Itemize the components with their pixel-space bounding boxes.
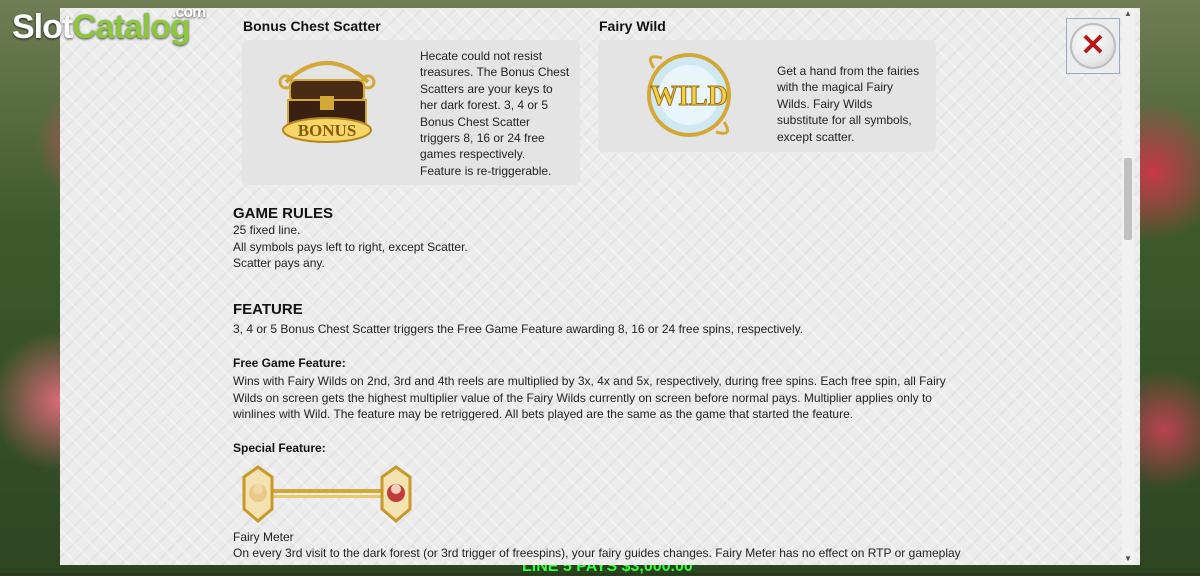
vertical-scrollbar[interactable]: ▲ ▼ — [1122, 8, 1134, 565]
bonus-chest-description: Hecate could not resist treasures. The B… — [420, 48, 569, 179]
bonus-chest-line: treasures. The Bonus Chest — [420, 65, 570, 80]
fairy-meter-graphic — [238, 463, 418, 525]
paytable-modal[interactable]: Bonus Chest Scatter BONUS Hecate could n… — [60, 8, 1140, 565]
fairy-wild-line: substitute for all symbols, — [777, 113, 912, 128]
card-title-fairy-wild: Fairy Wild — [599, 18, 666, 34]
special-feature-heading: Special Feature: — [233, 441, 326, 455]
game-rule-line: 25 fixed line. — [233, 223, 301, 237]
game-rule-line: Scatter pays any. — [233, 256, 325, 270]
fairy-wild-line: Wilds. Fairy Wilds — [777, 96, 873, 111]
bonus-chest-line: Feature is re-triggerable. — [420, 163, 552, 178]
logo-com-text: .com — [172, 4, 206, 21]
close-button[interactable]: ✕ — [1066, 18, 1120, 74]
fairy-meter-label: Fairy Meter — [233, 530, 294, 544]
free-game-line: winlines with Wild. The feature may be r… — [233, 407, 854, 421]
svg-text:BONUS: BONUS — [298, 121, 357, 140]
fairy-wild-card: WILD Get a hand from the fairies with th… — [598, 40, 936, 152]
bonus-chest-line: games respectively. — [420, 147, 526, 162]
card-title-bonus-chest: Bonus Chest Scatter — [243, 18, 381, 34]
logo-slot-text: Slot — [12, 8, 73, 46]
bonus-chest-icon: BONUS — [272, 52, 382, 152]
fairy-wild-line: except scatter. — [777, 129, 855, 144]
bonus-chest-line: Hecate could not resist — [420, 49, 543, 63]
bonus-chest-line: her dark forest. 3, 4 or 5 — [420, 98, 549, 113]
fairy-meter-text: On every 3rd visit to the dark forest (o… — [233, 546, 961, 560]
fairy-wild-line: with the magical Fairy — [777, 80, 894, 95]
free-game-line: Wins with Fairy Wilds on 2nd, 3rd and 4t… — [233, 374, 946, 388]
scroll-up-arrow-icon[interactable]: ▲ — [1122, 8, 1134, 20]
game-rules-list: 25 fixed line. All symbols pays left to … — [233, 222, 468, 272]
game-rule-line: All symbols pays left to right, except S… — [233, 239, 468, 254]
free-game-line: Wilds on screen gets the highest multipl… — [233, 390, 932, 405]
feature-heading: FEATURE — [233, 301, 303, 318]
free-game-heading: Free Game Feature: — [233, 356, 346, 370]
bonus-chest-line: Scatters are your keys to — [420, 81, 553, 96]
fairy-wild-icon: WILD — [634, 48, 744, 142]
fairy-wild-description: Get a hand from the fairies with the mag… — [777, 63, 919, 145]
game-rules-heading: GAME RULES — [233, 205, 334, 222]
svg-text:WILD: WILD — [650, 81, 728, 112]
bonus-chest-line: Bonus Chest Scatter — [420, 114, 531, 129]
paytable-content: Bonus Chest Scatter BONUS Hecate could n… — [60, 8, 1120, 565]
feature-text: 3, 4 or 5 Bonus Chest Scatter triggers t… — [233, 322, 804, 336]
bonus-chest-card: BONUS Hecate could not resist treasures.… — [242, 40, 580, 185]
bonus-chest-line: triggers 8, 16 or 24 free — [420, 131, 545, 146]
close-icon[interactable]: ✕ — [1070, 23, 1116, 69]
scroll-down-arrow-icon[interactable]: ▼ — [1122, 553, 1134, 565]
slotcatalog-logo: SlotCatalog .com — [12, 4, 206, 47]
fairy-wild-line: Get a hand from the fairies — [777, 64, 920, 78]
scrollbar-thumb[interactable] — [1124, 158, 1132, 240]
free-game-description: Wins with Fairy Wilds on 2nd, 3rd and 4t… — [233, 373, 946, 423]
